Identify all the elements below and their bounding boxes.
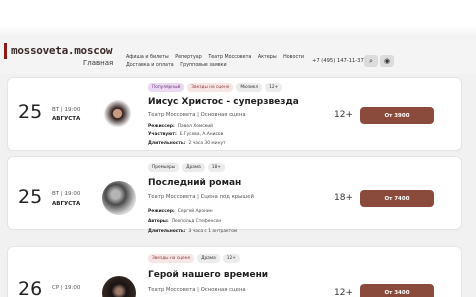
- event-director: Режиссер: Павел Хомский: [148, 124, 213, 129]
- nav-item-theatre[interactable]: Театр Моссовета: [208, 55, 251, 60]
- event-day: 25: [18, 101, 43, 123]
- authors-value: Леопольд Стефенсон: [171, 219, 222, 224]
- buy-ticket-button[interactable]: От 3400: [360, 284, 434, 297]
- director-label: Режиссер:: [148, 209, 175, 214]
- nav-item-news[interactable]: Новости: [283, 55, 304, 60]
- event-age-rating: 12+: [334, 288, 353, 297]
- event-duration: Длительность: 2 часа 30 минут: [148, 141, 226, 146]
- event-venue: Театр Моссовета | Сцена под крышей: [148, 194, 254, 200]
- event-day: 25: [18, 186, 43, 208]
- accessibility-button[interactable]: ◉: [380, 55, 394, 67]
- tag-popular: Популярный: [148, 83, 185, 92]
- event-age-rating: 18+: [334, 193, 353, 203]
- site-logo[interactable]: mossoveta.moscow: [11, 44, 112, 57]
- event-photo[interactable]: [102, 98, 136, 132]
- event-photo[interactable]: [102, 181, 136, 215]
- phone-number[interactable]: +7 (495) 147-11-37: [312, 58, 364, 64]
- event-tags: Премьеры Драма 18+: [148, 163, 225, 172]
- logo-accent-bar: [4, 43, 7, 59]
- director-label: Режиссер:: [148, 124, 175, 129]
- top-strip-fade: [0, 26, 476, 38]
- authors-label: Авторы:: [148, 219, 169, 224]
- cast-value: Е.Гусева, А.Анисов: [179, 132, 224, 137]
- home-link[interactable]: Главная: [83, 59, 113, 67]
- event-duration: Длительность: 3 часа с 1 антрактом: [148, 229, 237, 234]
- tag-premiere: Премьеры: [148, 163, 180, 172]
- nav-item-afisha[interactable]: Афиша и билеты: [126, 55, 169, 60]
- nav-item-delivery[interactable]: Доставка и оплата: [126, 63, 174, 68]
- director-value: Сергей Аронин: [177, 209, 213, 214]
- tag-age: 12+: [265, 83, 283, 92]
- nav-item-group-orders[interactable]: Групповые заявки: [180, 63, 226, 68]
- event-day: 26: [18, 278, 43, 297]
- cast-label: Участвуют:: [148, 132, 177, 137]
- event-title[interactable]: Иисус Христос - суперзвезда: [148, 97, 299, 107]
- director-value: Павел Хомский: [177, 124, 213, 129]
- duration-value: 3 часа с 1 антрактом: [188, 229, 238, 234]
- search-button[interactable]: ⌕: [364, 55, 378, 67]
- top-strip: [0, 0, 476, 38]
- event-weekday-time: ВТ | 19:00: [52, 191, 81, 197]
- tag-stars: Звезды на сцене: [187, 83, 234, 92]
- event-tags: Популярный Звезды на сцене Мюзикл 12+: [148, 83, 283, 92]
- event-age-rating: 12+: [334, 110, 353, 120]
- event-month: АВГУСТА: [52, 116, 81, 122]
- tag-genre: Мюзикл: [236, 83, 263, 92]
- event-weekday-time: СР | 19:00: [52, 285, 81, 291]
- event-cast: Участвуют: Е.Гусева, А.Анисов: [148, 132, 223, 137]
- event-venue: Театр Моссовета | Основная сцена: [148, 112, 246, 118]
- event-weekday-time: ВТ | 19:00: [52, 107, 81, 113]
- event-title[interactable]: Последний роман: [148, 178, 241, 188]
- event-venue: Театр Моссовета | Основная сцена: [148, 287, 246, 293]
- main-nav-row-2: Доставка и оплата Групповые заявки: [126, 63, 232, 68]
- main-nav-row-1: Афиша и билеты Репертуар Театр Моссовета…: [126, 55, 309, 60]
- event-director: Режиссер: Сергей Аронин: [148, 209, 213, 214]
- event-title[interactable]: Герой нашего времени: [148, 270, 268, 280]
- event-authors: Авторы: Леопольд Стефенсон: [148, 219, 221, 224]
- buy-ticket-button[interactable]: От 7400: [360, 190, 434, 207]
- tag-age: 18+: [207, 163, 225, 172]
- event-tags: Звезды на сцене Драма 12+: [148, 254, 240, 263]
- tag-age: 12+: [222, 254, 240, 263]
- duration-label: Длительность:: [148, 229, 186, 234]
- buy-ticket-button[interactable]: От 3900: [360, 107, 434, 124]
- eye-icon: ◉: [383, 57, 391, 65]
- tag-stars: Звезды на сцене: [148, 254, 195, 263]
- nav-item-repertoire[interactable]: Репертуар: [175, 55, 202, 60]
- tag-genre: Драма: [197, 254, 220, 263]
- duration-label: Длительность:: [148, 141, 186, 146]
- nav-item-actors[interactable]: Актеры: [258, 55, 277, 60]
- search-icon: ⌕: [369, 56, 373, 65]
- duration-value: 2 часа 30 минут: [188, 141, 226, 146]
- event-month: АВГУСТА: [52, 201, 81, 207]
- tag-genre: Драма: [182, 163, 205, 172]
